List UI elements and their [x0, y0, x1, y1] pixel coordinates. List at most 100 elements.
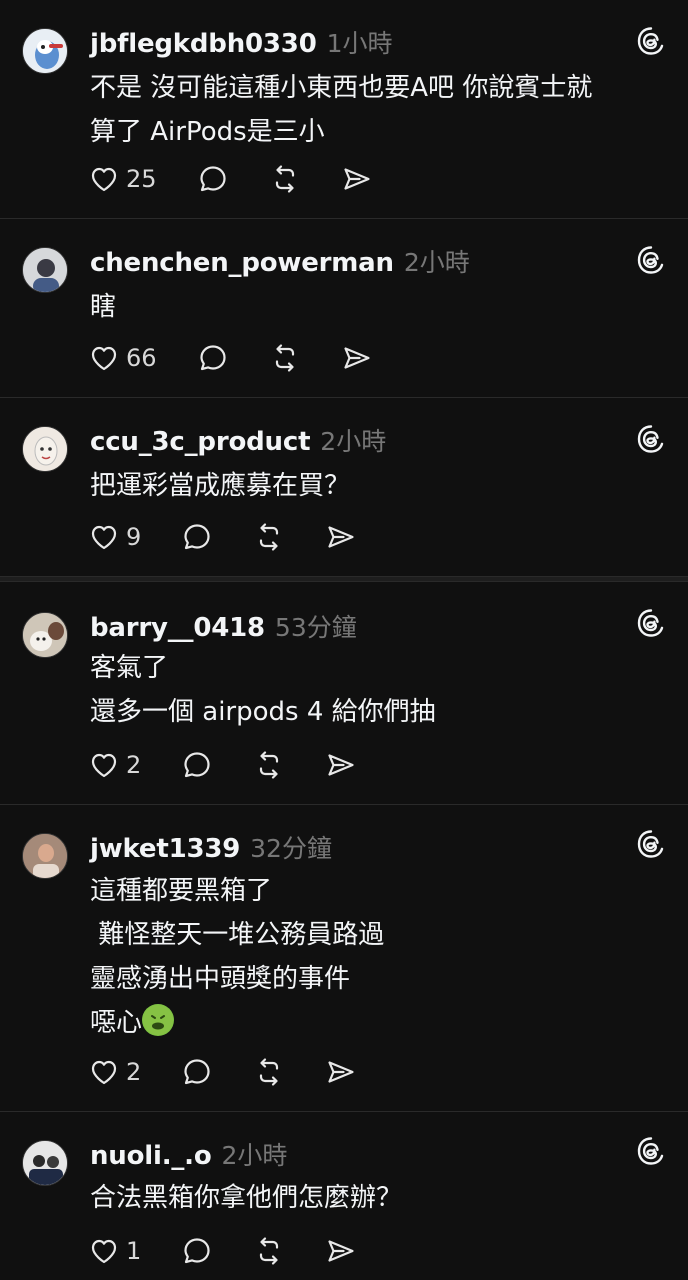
avatar[interactable] [22, 833, 68, 879]
comment-text: 把運彩當成應募在買？ [90, 464, 350, 508]
repost-button[interactable] [269, 342, 301, 374]
avatar[interactable] [22, 612, 68, 658]
avatar[interactable] [22, 426, 68, 472]
send-icon [325, 749, 357, 781]
like-button[interactable]: 2 [88, 749, 141, 781]
repost-icon [253, 1056, 285, 1088]
comment-icon [197, 163, 229, 195]
like-count: 1 [126, 1237, 142, 1265]
comment-item: chenchen_powerman 2小時 瞎 66 [0, 219, 688, 397]
action-bar: 66 [88, 341, 373, 375]
comment-item: jwket1339 32分鐘 這種都要黑箱了 難怪整天一堆公務員路過 靈感湧出中頭… [0, 805, 688, 1111]
avatar[interactable] [22, 247, 68, 293]
like-count: 2 [126, 751, 142, 779]
nauseated-face-emoji [142, 1004, 175, 1036]
reply-button[interactable] [197, 342, 229, 374]
comment-header: ccu_3c_product 2小時 [90, 422, 386, 457]
repost-button[interactable] [253, 749, 285, 781]
comment-feed: jbflegkdbh0330 1小時 不是 沒可能這種小東西也要A吧 你說賓士就… [0, 0, 688, 1280]
share-button[interactable] [325, 1056, 357, 1088]
share-button[interactable] [325, 521, 357, 553]
username[interactable]: jwket1339 [90, 834, 240, 864]
comment-header: chenchen_powerman 2小時 [90, 243, 470, 278]
threads-logo-icon[interactable] [636, 424, 666, 454]
share-button[interactable] [325, 1235, 357, 1267]
send-icon [341, 342, 373, 374]
heart-icon [88, 1056, 120, 1088]
send-icon [325, 1056, 357, 1088]
comment-line: 瞎 [90, 292, 117, 322]
like-button[interactable]: 25 [88, 163, 157, 195]
action-bar: 25 [88, 162, 373, 196]
repost-icon [253, 521, 285, 553]
threads-logo-icon[interactable] [636, 608, 666, 638]
comment-item: ccu_3c_product 2小時 把運彩當成應募在買？ 9 [0, 398, 688, 576]
heart-icon [88, 342, 120, 374]
reply-button[interactable] [181, 1235, 213, 1267]
share-button[interactable] [325, 749, 357, 781]
comment-line: 噁心 [90, 1008, 143, 1038]
repost-button[interactable] [253, 1235, 285, 1267]
send-icon [325, 1235, 357, 1267]
like-button[interactable]: 2 [88, 1056, 141, 1088]
threads-logo-icon[interactable] [636, 245, 666, 275]
reply-button[interactable] [181, 749, 213, 781]
timestamp: 2小時 [221, 1141, 288, 1170]
reply-button[interactable] [181, 521, 213, 553]
comment-icon [181, 521, 213, 553]
comment-header: barry__0418 53分鐘 [90, 608, 357, 643]
reply-button[interactable] [181, 1056, 213, 1088]
like-count: 25 [126, 165, 157, 193]
comment-text: 不是 沒可能這種小東西也要A吧 你說賓士就 算了 AirPods是三小 [90, 66, 592, 154]
repost-icon [253, 749, 285, 781]
comment-line-with-emoji: 噁心 [90, 1001, 384, 1045]
avatar[interactable] [22, 1140, 68, 1186]
comment-line: 算了 AirPods是三小 [90, 117, 325, 147]
like-count: 2 [126, 1058, 142, 1086]
like-count: 9 [126, 523, 142, 551]
comment-icon [181, 1056, 213, 1088]
send-icon [341, 163, 373, 195]
username[interactable]: chenchen_powerman [90, 248, 394, 278]
threads-logo-icon[interactable] [636, 829, 666, 859]
username[interactable]: nuoli._.o [90, 1141, 212, 1171]
avatar[interactable] [22, 28, 68, 74]
comment-icon [181, 1235, 213, 1267]
like-button[interactable]: 1 [88, 1235, 141, 1267]
repost-icon [253, 1235, 285, 1267]
repost-button[interactable] [269, 163, 301, 195]
threads-logo-icon[interactable] [636, 26, 666, 56]
action-bar: 2 [88, 1055, 357, 1089]
username[interactable]: ccu_3c_product [90, 427, 310, 457]
heart-icon [88, 163, 120, 195]
threads-logo-icon[interactable] [636, 1136, 666, 1166]
comment-line: 合法黑箱你拿他們怎麼辦？ [90, 1183, 403, 1213]
comment-text: 合法黑箱你拿他們怎麼辦？ [90, 1176, 402, 1220]
like-button[interactable]: 9 [88, 521, 141, 553]
comment-icon [181, 749, 213, 781]
comment-item: barry__0418 53分鐘 客氣了 還多一個 airpods 4 給你們抽 … [0, 582, 688, 804]
like-button[interactable]: 66 [88, 342, 157, 374]
comment-icon [197, 342, 229, 374]
reply-button[interactable] [197, 163, 229, 195]
comment-item: jbflegkdbh0330 1小時 不是 沒可能這種小東西也要A吧 你說賓士就… [0, 0, 688, 218]
repost-icon [269, 163, 301, 195]
comment-text: 客氣了 還多一個 airpods 4 給你們抽 [90, 646, 436, 734]
heart-icon [88, 521, 120, 553]
action-bar: 9 [88, 520, 357, 554]
repost-button[interactable] [253, 1056, 285, 1088]
send-icon [325, 521, 357, 553]
comment-text: 瞎 [90, 285, 116, 329]
timestamp: 32分鐘 [250, 834, 332, 863]
share-button[interactable] [341, 342, 373, 374]
comment-header: nuoli._.o 2小時 [90, 1136, 288, 1171]
comment-line: 這種都要黑箱了 [90, 876, 273, 906]
share-button[interactable] [341, 163, 373, 195]
comment-header: jwket1339 32分鐘 [90, 829, 332, 864]
comment-header: jbflegkdbh0330 1小時 [90, 24, 393, 59]
username[interactable]: barry__0418 [90, 613, 265, 643]
repost-button[interactable] [253, 521, 285, 553]
username[interactable]: jbflegkdbh0330 [90, 29, 317, 59]
heart-icon [88, 1235, 120, 1267]
timestamp: 1小時 [326, 29, 393, 58]
